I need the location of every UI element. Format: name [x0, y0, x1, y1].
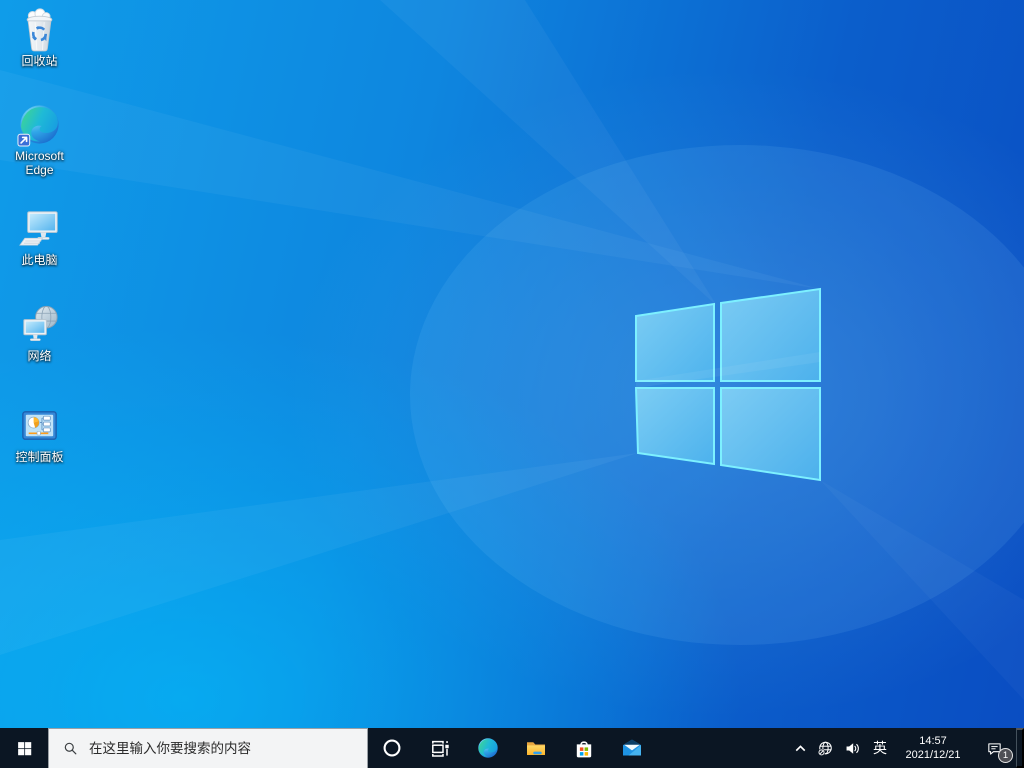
speaker-icon [844, 740, 861, 757]
start-button[interactable] [0, 728, 48, 768]
windows-desktop: 回收站 Microsoft Edge 此电脑 网络 控制面板 在这里输入你要搜索… [0, 0, 1024, 768]
taskbar-app-file-explorer[interactable] [512, 728, 560, 768]
desktop-icon-this-pc[interactable]: 此电脑 [2, 205, 77, 267]
desktop-icon-recycle-bin[interactable]: 回收站 [2, 6, 77, 68]
show-desktop-button[interactable] [1016, 728, 1024, 768]
recycle-bin-icon [16, 6, 63, 53]
chevron-up-icon [792, 740, 809, 757]
desktop-icon-network[interactable]: 网络 [2, 301, 77, 363]
desktop-icon-label: 回收站 [21, 54, 58, 68]
file-explorer-icon [524, 736, 548, 760]
taskbar-app-task-view[interactable] [416, 728, 464, 768]
notification-badge: 1 [998, 748, 1013, 763]
this-pc-icon [16, 205, 63, 252]
system-tray: 英 14:57 2021/12/21 1 [788, 728, 1024, 768]
edge-icon [16, 101, 63, 148]
show-hidden-icons-button[interactable] [788, 728, 812, 768]
ime-language-indicator[interactable]: 英 [866, 728, 894, 768]
volume-button[interactable] [839, 728, 866, 768]
taskbar-app-microsoft-store[interactable] [560, 728, 608, 768]
taskbar-app-mail[interactable] [608, 728, 656, 768]
desktop-icon-control-panel[interactable]: 控制面板 [2, 402, 77, 464]
desktop-icon-label: 控制面板 [15, 450, 64, 464]
taskbar-empty-area [656, 728, 788, 768]
clock-date: 2021/12/21 [905, 749, 961, 761]
desktop-icon-microsoft-edge[interactable]: Microsoft Edge [2, 101, 77, 177]
taskbar-search[interactable] [48, 728, 368, 768]
desktop-icon-label: 网络 [27, 349, 52, 363]
search-input[interactable] [89, 741, 359, 756]
ime-label: 英 [873, 740, 887, 756]
windows-logo-icon [16, 740, 33, 757]
desktop-icon-label: 此电脑 [21, 253, 58, 267]
desktop-wallpaper[interactable] [0, 0, 1024, 728]
taskbar-app-edge[interactable] [464, 728, 512, 768]
search-icon [62, 740, 79, 757]
windows-logo-wallpaper-art [0, 0, 1024, 700]
clock-time: 14:57 [919, 734, 947, 747]
cortana-icon [380, 736, 404, 760]
task-view-icon [428, 736, 452, 760]
mail-icon [620, 736, 644, 760]
globe-no-internet-icon [817, 740, 834, 757]
clock[interactable]: 14:57 2021/12/21 [894, 728, 972, 768]
network-icon [16, 301, 63, 348]
network-status-button[interactable] [812, 728, 839, 768]
control-panel-icon [16, 402, 63, 449]
microsoft-store-icon [572, 736, 596, 760]
taskbar: 英 14:57 2021/12/21 1 [0, 728, 1024, 768]
taskbar-app-cortana[interactable] [368, 728, 416, 768]
desktop-icon-label: Microsoft Edge [15, 149, 64, 178]
edge-icon [476, 736, 500, 760]
action-center-button[interactable]: 1 [972, 728, 1016, 768]
